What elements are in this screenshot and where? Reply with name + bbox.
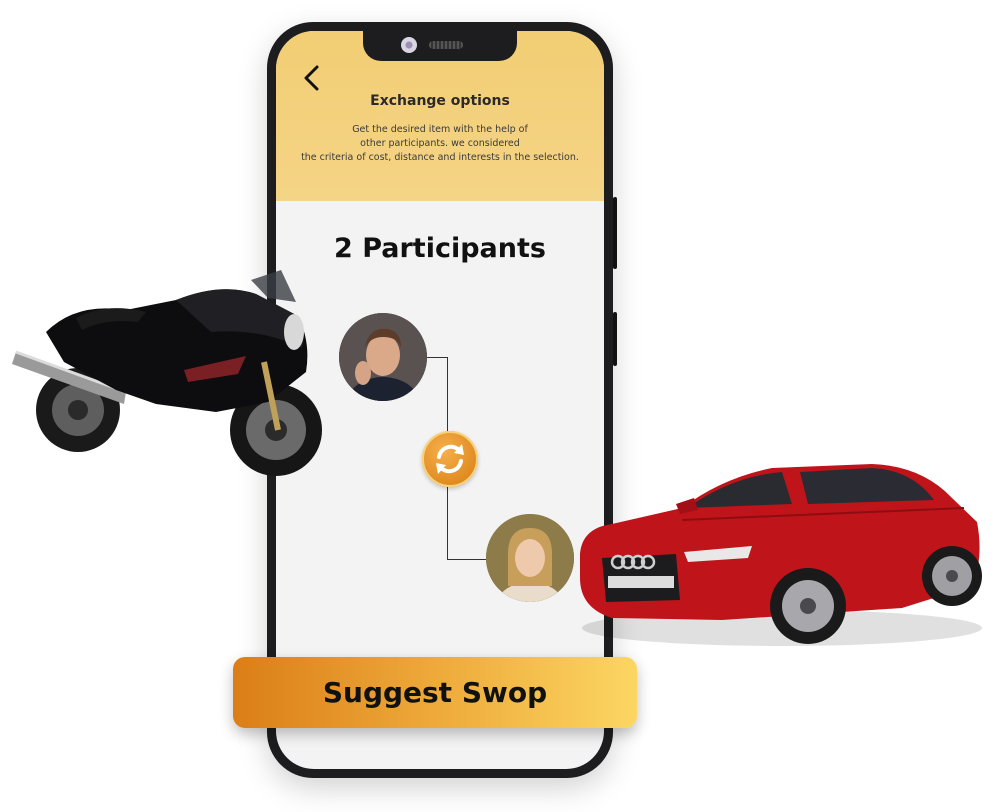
participants-title: 2 Participants xyxy=(334,233,546,264)
motorcycle-image xyxy=(12,270,322,476)
description-line: Get the desired item with the help of xyxy=(352,124,528,135)
phone-notch xyxy=(363,31,517,61)
car-image xyxy=(580,464,982,646)
swap-arrows-icon[interactable] xyxy=(422,431,478,487)
volume-button xyxy=(613,197,617,269)
connector-line-top xyxy=(427,357,447,358)
participant-avatar-1[interactable] xyxy=(339,313,427,401)
description-line: the criteria of cost, distance and inter… xyxy=(301,152,579,163)
description-line: other participants. we considered xyxy=(360,138,520,149)
power-button xyxy=(613,312,617,366)
speaker-grille-icon xyxy=(429,41,463,49)
suggest-swap-button[interactable]: Suggest Swop xyxy=(233,657,637,728)
connector-line-bottom xyxy=(447,559,486,560)
header-title: Exchange options xyxy=(370,93,510,109)
front-camera-icon xyxy=(401,37,417,53)
back-arrow-icon[interactable] xyxy=(298,63,328,93)
participant-avatar-2[interactable] xyxy=(486,514,574,602)
header-description: Get the desired item with the help of ot… xyxy=(296,123,584,165)
